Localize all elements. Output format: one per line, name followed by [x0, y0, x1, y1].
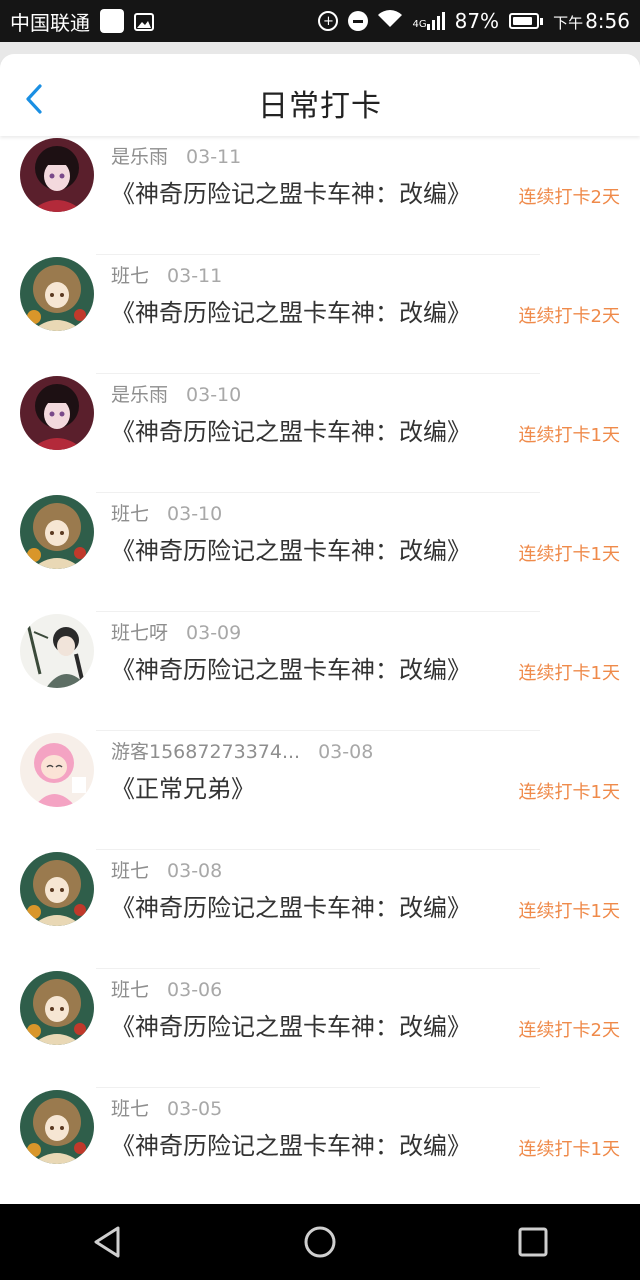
user-name[interactable]: 班七 [111, 1098, 149, 1120]
book-title[interactable]: 《正常兄弟》 [111, 769, 255, 804]
avatar[interactable] [20, 138, 94, 212]
checkin-date: 03-11 [167, 265, 223, 287]
avatar[interactable] [20, 376, 94, 450]
data-saver-icon: + [318, 11, 339, 31]
checkin-date: 03-06 [167, 979, 223, 1001]
streak-label: 连续打卡1天 [518, 425, 620, 446]
user-name[interactable]: 班七 [111, 265, 149, 287]
nav-recents-button[interactable] [513, 1222, 553, 1262]
streak-label: 连续打卡2天 [518, 306, 620, 327]
time-label: 8:56 [585, 9, 630, 33]
image-icon [134, 12, 154, 31]
user-meta: 班七 03-05 [111, 1094, 222, 1121]
user-meta: 是乐雨 03-10 [111, 380, 241, 407]
checkin-item[interactable]: 班七 03-11 《神奇历险记之盟卡车神：改编》 连续打卡2天 [0, 255, 640, 374]
checkin-item[interactable]: 游客15687273374... 03-08 《正常兄弟》 连续打卡1天 [0, 731, 640, 850]
book-title[interactable]: 《神奇历险记之盟卡车神：改编》 [111, 531, 471, 566]
checkin-date: 03-10 [167, 503, 223, 525]
status-bar: 中国联通 + 4G 87% 下午 8:56 [0, 0, 640, 42]
streak-label: 连续打卡1天 [518, 1139, 620, 1160]
book-title[interactable]: 《神奇历险记之盟卡车神：改编》 [111, 174, 471, 209]
avatar[interactable] [20, 257, 94, 331]
app-notification-icon [100, 9, 124, 33]
avatar[interactable] [20, 495, 94, 569]
status-right: + 4G 87% 下午 8:56 [318, 9, 630, 33]
checkin-item[interactable]: 班七 03-05 《神奇历险记之盟卡车神：改编》 连续打卡1天 [0, 1088, 640, 1207]
user-meta: 班七 03-11 [111, 261, 222, 288]
checkin-date: 03-08 [167, 860, 223, 882]
circle-home-icon [304, 1226, 336, 1258]
user-meta: 是乐雨 03-11 [111, 142, 241, 169]
checkin-date: 03-05 [167, 1098, 223, 1120]
triangle-back-icon [94, 1226, 120, 1258]
user-meta: 班七呀 03-09 [111, 618, 241, 645]
user-name[interactable]: 班七 [111, 860, 149, 882]
book-title[interactable]: 《神奇历险记之盟卡车神：改编》 [111, 1126, 471, 1161]
checkin-date: 03-10 [186, 384, 242, 406]
do-not-disturb-icon [348, 11, 369, 31]
checkin-item[interactable]: 班七呀 03-09 《神奇历险记之盟卡车神：改编》 连续打卡1天 [0, 612, 640, 731]
avatar[interactable] [20, 733, 94, 807]
user-name[interactable]: 班七 [111, 979, 149, 1001]
checkin-date: 03-09 [186, 622, 242, 644]
checkin-item[interactable]: 班七 03-10 《神奇历险记之盟卡车神：改编》 连续打卡1天 [0, 493, 640, 612]
nav-home-button[interactable] [300, 1222, 340, 1262]
checkin-date: 03-11 [186, 146, 242, 168]
ampm-label: 下午 [553, 14, 584, 32]
user-name[interactable]: 是乐雨 [111, 146, 168, 168]
checkin-item[interactable]: 是乐雨 03-10 《神奇历险记之盟卡车神：改编》 连续打卡1天 [0, 374, 640, 493]
nav-back-button[interactable] [87, 1222, 127, 1262]
carrier-label: 中国联通 [10, 10, 90, 35]
square-recents-icon [518, 1227, 548, 1257]
book-title[interactable]: 《神奇历险记之盟卡车神：改编》 [111, 412, 471, 447]
streak-label: 连续打卡2天 [518, 187, 620, 208]
user-name[interactable]: 班七 [111, 503, 149, 525]
book-title[interactable]: 《神奇历险记之盟卡车神：改编》 [111, 1007, 471, 1042]
user-name[interactable]: 班七呀 [111, 622, 168, 644]
user-meta: 班七 03-08 [111, 856, 222, 883]
avatar[interactable] [20, 852, 94, 926]
avatar[interactable] [20, 614, 94, 688]
checkin-item[interactable]: 是乐雨 03-11 《神奇历险记之盟卡车神：改编》 连续打卡2天 [0, 136, 640, 255]
user-meta: 班七 03-10 [111, 499, 222, 526]
app-header: 日常打卡 [0, 54, 640, 136]
streak-label: 连续打卡1天 [518, 544, 620, 565]
battery-percent: 87% [454, 9, 500, 33]
checkin-item[interactable]: 班七 03-06 《神奇历险记之盟卡车神：改编》 连续打卡2天 [0, 969, 640, 1088]
book-title[interactable]: 《神奇历险记之盟卡车神：改编》 [111, 293, 471, 328]
page-title: 日常打卡 [258, 89, 382, 124]
system-nav-bar [0, 1204, 640, 1280]
clock: 下午 8:56 [553, 9, 630, 33]
book-title[interactable]: 《神奇历险记之盟卡车神：改编》 [111, 888, 471, 923]
checkin-list: 是乐雨 03-11 《神奇历险记之盟卡车神：改编》 连续打卡2天 班七 03-11 《神奇历… [0, 136, 640, 1207]
streak-label: 连续打卡1天 [518, 901, 620, 922]
cellular-signal-icon: 4G [412, 12, 445, 30]
user-meta: 班七 03-06 [111, 975, 222, 1002]
checkin-date: 03-08 [318, 741, 374, 763]
avatar[interactable] [20, 971, 94, 1045]
network-type-label: 4G [412, 19, 427, 30]
wifi-icon [378, 9, 403, 33]
battery-icon [509, 13, 544, 29]
avatar[interactable] [20, 1090, 94, 1164]
status-left: 中国联通 [10, 7, 154, 36]
streak-label: 连续打卡1天 [518, 782, 620, 803]
checkin-item[interactable]: 班七 03-08 《神奇历险记之盟卡车神：改编》 连续打卡1天 [0, 850, 640, 969]
user-name[interactable]: 游客15687273374... [111, 741, 300, 763]
user-name[interactable]: 是乐雨 [111, 384, 168, 406]
streak-label: 连续打卡1天 [518, 663, 620, 684]
streak-label: 连续打卡2天 [518, 1020, 620, 1041]
book-title[interactable]: 《神奇历险记之盟卡车神：改编》 [111, 650, 471, 685]
user-meta: 游客15687273374... 03-08 [111, 737, 373, 764]
